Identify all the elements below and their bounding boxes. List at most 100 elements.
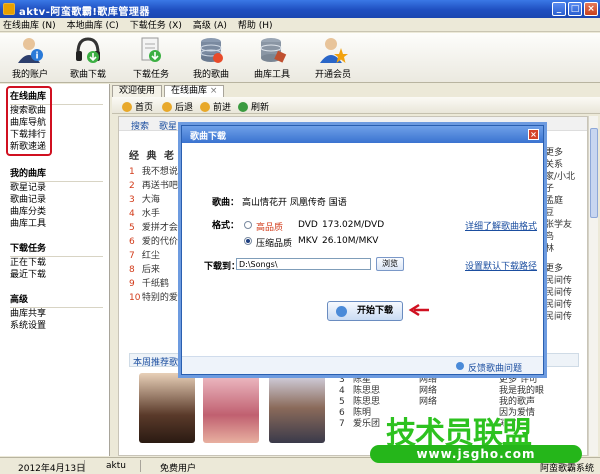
tab-close-icon[interactable]: × (210, 86, 218, 96)
list-item[interactable]: 陈思思 (353, 386, 380, 397)
tab-welcome[interactable]: 欢迎使用 (112, 85, 163, 97)
sidebar-item-categories[interactable]: 曲库分类 (10, 206, 109, 218)
singer-photo[interactable] (269, 373, 325, 443)
nav-forward-button[interactable]: 前进 (200, 100, 231, 113)
list-item[interactable]: 爱乐团 (353, 419, 380, 430)
status-role: 免费用户 (160, 464, 197, 474)
format-compressed-radio[interactable] (244, 237, 252, 245)
my-songs-button[interactable]: 我的歌曲 (181, 35, 241, 80)
scrollbar-thumb[interactable] (590, 128, 598, 218)
menu-local-library[interactable]: 本地曲库 (C) (67, 18, 119, 31)
song-download-button[interactable]: 歌曲下载 (58, 35, 118, 80)
list-item[interactable]: 关系 (545, 159, 587, 171)
menu-download-tasks[interactable]: 下载任务 (X) (130, 18, 182, 31)
strip-search-link[interactable]: 搜索 (131, 119, 149, 132)
sidebar-group-downloads: 下载任务 正在下载 最近下载 (0, 236, 109, 283)
sidebar-item-new-songs[interactable]: 新歌速递 (10, 141, 109, 153)
song-download-label: 歌曲下载 (69, 70, 106, 80)
bottom-source: 网络 网络 网络 (419, 375, 437, 408)
refresh-icon (238, 101, 248, 112)
watermark-url: www.jsgho.com (370, 445, 582, 463)
download-task-icon (141, 37, 161, 62)
status-user: aktu (106, 461, 126, 471)
menu-advanced[interactable]: 高级 (A) (193, 18, 227, 31)
sidebar-title-downloads: 下载任务 (10, 238, 103, 257)
list-item[interactable]: 豆 (545, 207, 587, 219)
minimize-button[interactable]: _ (552, 2, 566, 16)
sidebar-item-recent-downloads[interactable]: 最近下载 (10, 269, 109, 281)
singer-photo[interactable] (139, 373, 195, 443)
my-account-button[interactable]: i 我的账户 (0, 35, 60, 80)
start-download-label: 开始下载 (356, 306, 393, 316)
list-item[interactable]: 民间传 (545, 311, 587, 323)
list-item[interactable]: 子 (545, 183, 587, 195)
list-item[interactable]: 陈思思 (353, 397, 380, 408)
format-high-label[interactable]: 高品质 (256, 220, 283, 233)
list-item[interactable]: 更多 (545, 263, 587, 275)
sidebar-item-tools[interactable]: 曲库工具 (10, 218, 109, 230)
singer-photo[interactable] (203, 373, 259, 443)
list-item[interactable]: 更多 许可 (499, 375, 544, 386)
list-item[interactable]: 陈星 (353, 375, 380, 386)
list-item[interactable]: 张学友 (545, 219, 587, 231)
nav-refresh-button[interactable]: 刷新 (238, 100, 269, 113)
default-path-link[interactable]: 设置默认下载路径 (465, 259, 537, 272)
download-tasks-label: 下载任务 (132, 70, 169, 80)
format-label: 格式： (212, 221, 240, 231)
nav-home-label: 首页 (135, 103, 154, 113)
nav-home-button[interactable]: 首页 (122, 100, 153, 113)
menu-online-library[interactable]: 在线曲库 (N) (3, 18, 56, 31)
open-membership-button[interactable]: 开通会员 (303, 35, 363, 80)
sidebar-item-ranking[interactable]: 下载排行 (10, 129, 109, 141)
dialog-close-icon[interactable]: × (528, 129, 539, 140)
list-item[interactable]: 林 (545, 243, 587, 255)
menu-bar: 在线曲库 (N) 本地曲库 (C) 下载任务 (X) 高级 (A) 帮助 (H) (0, 18, 600, 32)
sidebar-item-settings[interactable]: 系统设置 (10, 320, 109, 332)
list-item[interactable]: 家/小北 (545, 171, 587, 183)
bottom-numbers: 3 4 5 6 7 (339, 375, 345, 430)
status-date: 2012年4月13日 (18, 464, 86, 474)
maximize-button[interactable]: □ (568, 2, 582, 16)
menu-help[interactable]: 帮助 (H) (238, 18, 273, 31)
format-compressed-label[interactable]: 压缩品质 (256, 236, 292, 249)
vertical-scrollbar[interactable] (588, 116, 598, 456)
my-account-label: 我的账户 (11, 70, 48, 80)
format-details-link[interactable]: 详细了解歌曲格式 (465, 219, 537, 232)
toolbar: i 我的账户 歌曲下载 下载任务 我的歌曲 曲库工具 开通会员 (0, 33, 600, 83)
sidebar-item-share[interactable]: 曲库共享 (10, 308, 109, 320)
download-path-input[interactable] (236, 258, 371, 270)
close-window-button[interactable]: × (584, 2, 598, 16)
download-tasks-button[interactable]: 下载任务 (121, 35, 181, 80)
list-item[interactable]: 民间传 (545, 299, 587, 311)
rank-number: 2 (129, 181, 135, 191)
sidebar-item-song-records[interactable]: 歌曲记录 (10, 194, 109, 206)
title-bar: aktv-阿蛮歌霸!歌库管理器 _ □ × (0, 0, 600, 18)
browse-button[interactable]: 浏览 (376, 257, 404, 271)
library-tools-button[interactable]: 曲库工具 (242, 35, 302, 80)
feedback-link[interactable]: 反馈歌曲问题 (468, 361, 522, 374)
format-high-type: DVD (298, 220, 318, 230)
list-item[interactable]: 民间传 (545, 287, 587, 299)
nav-back-button[interactable]: 后退 (162, 100, 193, 113)
song-title: 千纸鹤 (141, 279, 169, 289)
list-item[interactable]: 孟庭 (545, 195, 587, 207)
status-separator (140, 460, 141, 472)
list-item[interactable]: 我是我的眼 (499, 386, 544, 397)
strip-singer-link[interactable]: 歌星 (159, 119, 177, 132)
list-item[interactable]: 民间传 (545, 275, 587, 287)
tab-online-library[interactable]: 在线曲库 × (164, 85, 225, 97)
sidebar-item-navigation[interactable]: 曲库导航 (10, 117, 109, 129)
sidebar-item-singer-records[interactable]: 歌星记录 (10, 182, 109, 194)
list-item[interactable]: 鸟 (545, 231, 587, 243)
list-item[interactable]: 陈明 (353, 408, 380, 419)
list-item[interactable]: 更多 (545, 147, 587, 159)
sidebar-item-downloading[interactable]: 正在下载 (10, 257, 109, 269)
headphones-icon (76, 37, 100, 63)
start-download-button[interactable]: 开始下载 (327, 301, 403, 321)
app-icon (3, 3, 15, 15)
rank-number: 7 (339, 419, 345, 429)
list-item[interactable]: 我的歌声 (499, 397, 544, 408)
sidebar-item-search[interactable]: 搜索歌曲 (10, 105, 109, 117)
format-high-radio[interactable] (244, 221, 252, 229)
rank-number: 4 (129, 209, 135, 219)
